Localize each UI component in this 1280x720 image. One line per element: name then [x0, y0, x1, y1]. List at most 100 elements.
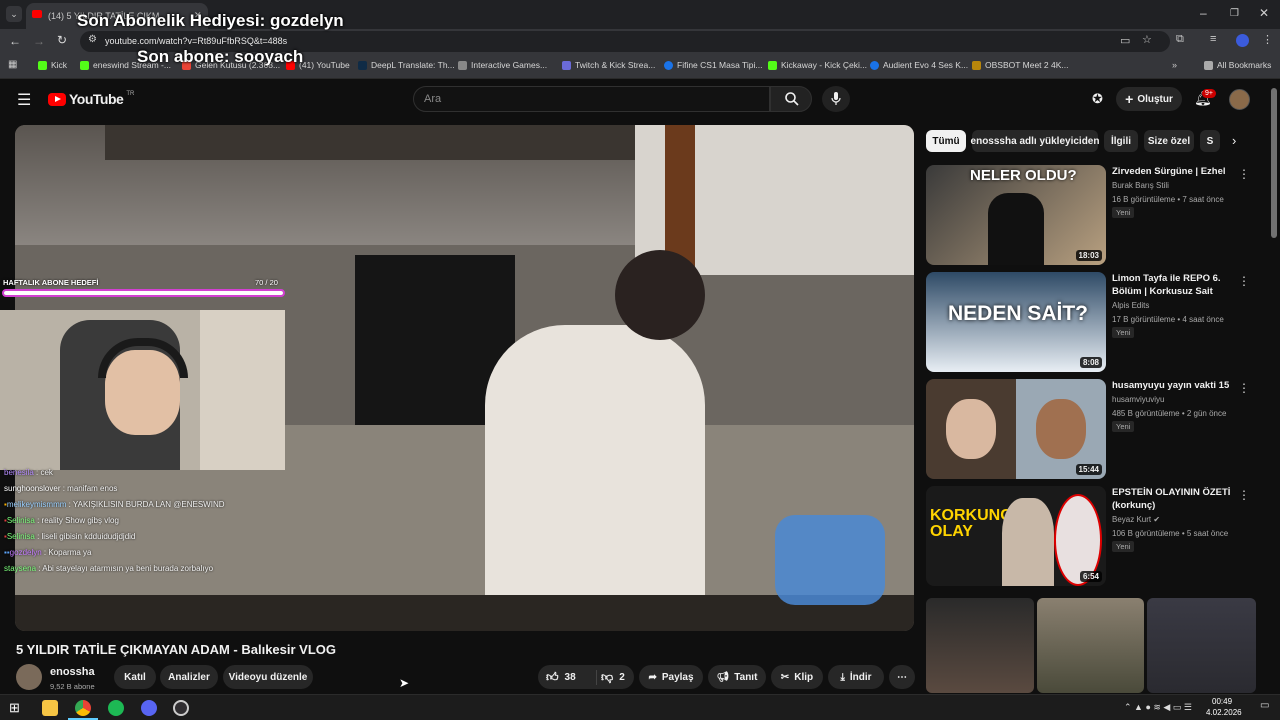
promote-button[interactable]: 📢︎ Tanıt [708, 665, 766, 689]
video-thumbnail[interactable]: KORKUNÇ OLAY 6:54 [926, 486, 1106, 586]
subscription-gift-text: Son Abonelik Hediyesi: gozdelyn [77, 11, 344, 30]
bookmark-item[interactable]: Twitch & Kick Strea... [562, 60, 655, 70]
thumbnail-face [946, 399, 996, 459]
tray-icons[interactable]: ⌃ ▲ ● ≋ ◀ ▭ ☰ [1124, 702, 1192, 713]
chip-from-uploader[interactable]: enosssha adlı yükleyiciden [971, 130, 1099, 152]
obs-icon[interactable] [173, 700, 189, 716]
chat-message: ▪Selinisa : liseli gibisin kdduidudjdjdi… [4, 532, 136, 541]
kebab-menu-icon[interactable]: ⋮ [1238, 488, 1250, 502]
like-button[interactable]: 👍︎ 38 [546, 670, 576, 685]
reload-icon[interactable]: ↻ [57, 33, 67, 47]
cp-icon [562, 60, 571, 70]
goal-label: HAFTALIK ABONE HEDEFİ [3, 278, 99, 287]
chevron-right-icon[interactable]: › [1232, 133, 1236, 148]
short-thumbnail[interactable] [1147, 598, 1256, 693]
clock-time[interactable]: 00:49 [1212, 697, 1232, 706]
thumbs-up-icon: 👍︎ [546, 670, 559, 684]
recommendation-title[interactable]: Limon Tayfa ile REPO 6. Bölüm | Korkusuz… [1112, 272, 1242, 298]
chip-for-you[interactable]: Size özel [1144, 130, 1194, 152]
recommendation-item[interactable]: KORKUNÇ OLAY 6:54 EPSTEİN OLAYININ ÖZETİ… [926, 486, 1256, 586]
windows-start-icon[interactable]: ⊞ [9, 700, 25, 716]
voice-search-button[interactable] [822, 86, 850, 112]
channel-name[interactable]: enossha [50, 666, 95, 678]
clip-button[interactable]: ✂ Klip [771, 665, 823, 689]
file-explorer-icon[interactable] [42, 700, 58, 716]
recommendation-title[interactable]: Zirveden Sürgüne | Ezhel [1112, 165, 1242, 178]
bookmark-item[interactable]: OBSBOT Meet 2 4K... [972, 60, 1068, 70]
notification-center-icon[interactable]: ▭ [1260, 700, 1269, 711]
cast-icon[interactable]: ▭ [1120, 34, 1130, 47]
clock-date[interactable]: 4.02.2026 [1206, 708, 1242, 717]
notification-count: 9+ [1202, 89, 1216, 98]
forward-icon[interactable]: → [33, 34, 45, 48]
bookmark-item[interactable]: Audient Evo 4 Ses K... [870, 60, 968, 70]
kebab-menu-icon[interactable]: ⋮ [1238, 167, 1250, 181]
minimize-icon[interactable]: – [1200, 6, 1207, 20]
extensions-icon[interactable]: ⧉ [1176, 33, 1184, 46]
spotify-icon[interactable] [108, 700, 124, 716]
duration-badge: 8:08 [1079, 357, 1102, 368]
apps-icon[interactable]: ▦ [8, 59, 17, 70]
video-thumbnail[interactable]: 15:44 [926, 379, 1106, 479]
bookmark-item[interactable]: Kick [38, 60, 67, 70]
bookmark-item[interactable]: Fifine CS1 Masa Tipi... [664, 60, 763, 70]
recommendation-meta: 16 B görüntüleme • 7 saat önce [1112, 195, 1224, 204]
create-button[interactable]: + Oluştur [1116, 87, 1182, 111]
hamburger-menu-icon[interactable]: ☰ [17, 90, 31, 110]
kebab-menu-icon[interactable]: ⋮ [1238, 274, 1250, 288]
recommendation-title[interactable]: husamyuyu yayın vakti 15 [1112, 379, 1242, 392]
star-icon[interactable]: ☆ [1142, 33, 1152, 46]
kebab-menu-icon[interactable]: ⋮ [1238, 381, 1250, 395]
more-bookmarks-icon[interactable]: » [1172, 60, 1177, 70]
recommendation-channel[interactable]: husamviyuviyu [1112, 395, 1164, 404]
profile-avatar[interactable] [1236, 34, 1249, 47]
bookmark-item[interactable]: DeepL Translate: Th... [358, 60, 455, 70]
chip-related[interactable]: İlgili [1104, 130, 1138, 152]
menu-icon[interactable]: ⋮ [1262, 33, 1273, 46]
all-bookmarks[interactable]: All Bookmarks [1204, 60, 1271, 70]
bookmark-item[interactable]: Interactive Games... [458, 60, 547, 70]
download-button[interactable]: ⤓ İndir [828, 665, 884, 689]
recommendation-item[interactable]: NEDEN SAİT? 8:08 Limon Tayfa ile REPO 6.… [926, 272, 1256, 372]
close-window-icon[interactable]: ✕ [1259, 6, 1269, 20]
search-input[interactable]: Ara [413, 86, 770, 112]
edit-video-button[interactable]: Videoyu düzenle [223, 665, 313, 689]
recommendation-channel[interactable]: Burak Barış Stili [1112, 181, 1169, 190]
recommendation-title[interactable]: EPSTEİN OLAYININ ÖZETİ (korkunç) [1112, 486, 1242, 512]
recommendation-channel[interactable]: Alpis Edits [1112, 301, 1149, 310]
tab-search-button[interactable]: ⌄ [6, 6, 22, 22]
media-icon[interactable]: ≡ [1210, 33, 1216, 45]
join-button[interactable]: Katıl [114, 665, 156, 689]
short-thumbnail[interactable] [926, 598, 1034, 693]
video-title: 5 YILDIR TATİLE ÇIKMAYAN ADAM - Balıkesi… [16, 642, 336, 657]
recommendation-channel[interactable]: Beyaz Kurt ✔ [1112, 515, 1160, 524]
bookmark-item[interactable]: Kickaway - Kick Çeki... [768, 60, 867, 70]
plus-icon: + [1125, 91, 1134, 107]
back-icon[interactable]: ← [9, 34, 21, 48]
maximize-icon[interactable]: ❐ [1230, 8, 1239, 19]
more-actions-button[interactable]: ⋯ [889, 665, 915, 689]
page-scrollbar[interactable] [1271, 88, 1277, 238]
kick-icon [80, 60, 89, 70]
recommendation-item[interactable]: NELER OLDU? 18:03 Zirveden Sürgüne | Ezh… [926, 165, 1256, 265]
video-thumbnail[interactable]: NELER OLDU? 18:03 [926, 165, 1106, 265]
thumbnail-text: NELER OLDU? [970, 167, 1077, 184]
analytics-button[interactable]: Analizler [160, 665, 218, 689]
youtube-logo[interactable]: YouTube TR [48, 91, 134, 107]
chip-all[interactable]: Tümü [926, 130, 966, 152]
site-info-icon[interactable]: ⚙ [88, 34, 97, 45]
channel-avatar[interactable] [16, 664, 42, 690]
chrome-icon[interactable] [75, 700, 91, 716]
goal-progress-fill [4, 291, 283, 295]
chip-more[interactable]: S [1200, 130, 1220, 152]
video-thumbnail[interactable]: NEDEN SAİT? 8:08 [926, 272, 1106, 372]
recommendation-item[interactable]: 15:44 husamyuyu yayın vakti 15 husamviyu… [926, 379, 1256, 479]
check-icon [870, 60, 879, 70]
cast-icon[interactable]: ✪ [1092, 91, 1103, 107]
dislike-button[interactable]: 👎︎ 2 [596, 670, 625, 685]
avatar[interactable] [1229, 89, 1250, 110]
search-button[interactable] [770, 86, 812, 112]
short-thumbnail[interactable] [1037, 598, 1144, 693]
share-button[interactable]: ➦ Paylaş [639, 665, 703, 689]
discord-icon[interactable] [141, 700, 157, 716]
